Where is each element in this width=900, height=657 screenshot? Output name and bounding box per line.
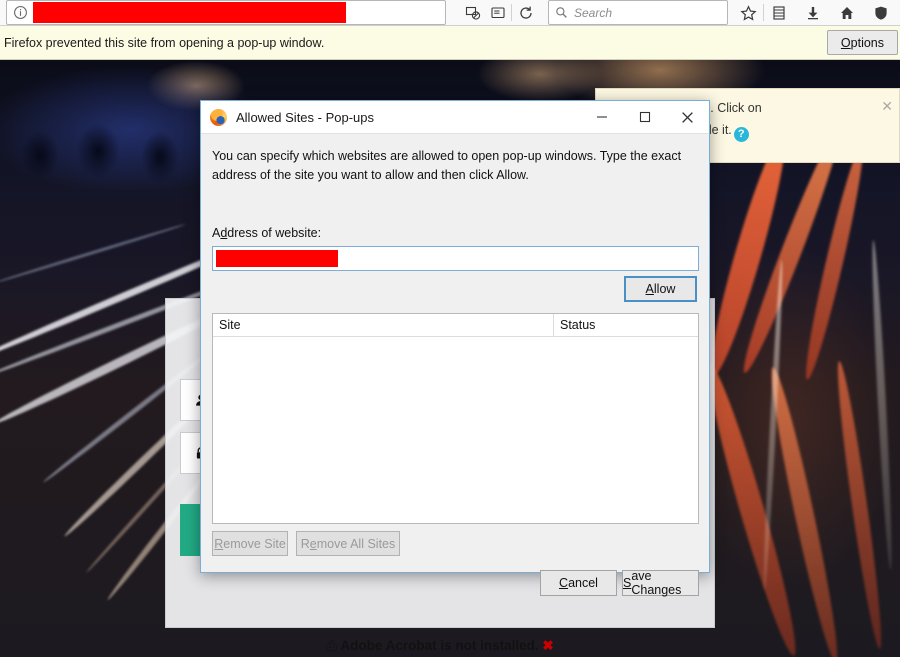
browser-toolbar: Search <box>0 0 900 26</box>
search-icon <box>555 6 568 19</box>
shield-icon[interactable] <box>870 2 892 24</box>
sites-list-rows <box>213 337 698 523</box>
address-input[interactable] <box>212 246 699 271</box>
remove-all-label-rest: move All Sites <box>316 536 396 551</box>
allow-label-rest: llow <box>653 282 676 296</box>
acrobat-status-text: Adobe Acrobat is not installed. <box>340 638 539 653</box>
address-of-website-label: Address of website: <box>212 226 321 240</box>
save-label-rest: ave Changes <box>631 569 682 597</box>
address-bar[interactable] <box>6 0 446 25</box>
pdf-document-icon: ⎙ <box>326 638 338 653</box>
firefox-logo-icon <box>210 108 227 126</box>
address-label-rest: dress of website: <box>227 226 322 240</box>
allowed-sites-list[interactable]: Site Status <box>212 313 699 524</box>
address-redaction-block <box>216 250 338 267</box>
help-icon[interactable]: ? <box>733 126 749 142</box>
remove-all-sites-button[interactable]: Re move All Sites <box>296 531 400 556</box>
remove-all-label-r: R <box>300 536 310 551</box>
acrobat-cross-icon: ✖ <box>542 638 554 653</box>
remove-all-accesskey: e <box>309 536 317 551</box>
allow-button[interactable]: Allow <box>624 276 697 302</box>
downloads-icon[interactable] <box>802 2 824 24</box>
acrobat-status-line: ⎙ Adobe Acrobat is not installed. ✖ <box>165 635 715 656</box>
reader-view-icon[interactable] <box>487 2 509 24</box>
home-icon[interactable] <box>836 2 858 24</box>
info-icon[interactable] <box>9 2 31 24</box>
popup-notification-message: Firefox prevented this site from opening… <box>4 35 325 50</box>
cancel-label-rest: ancel <box>568 576 598 590</box>
cancel-accesskey: C <box>559 576 569 590</box>
popup-blocked-icon[interactable] <box>462 2 484 24</box>
maximize-button[interactable] <box>623 101 666 133</box>
dialog-body: You can specify which websites are allow… <box>201 134 709 597</box>
sites-list-header: Site Status <box>213 314 698 337</box>
reload-icon[interactable] <box>515 2 537 24</box>
search-placeholder: Search <box>574 5 613 20</box>
url-redaction-block <box>33 2 346 23</box>
search-input[interactable]: Search <box>548 0 728 25</box>
dialog-description: You can specify which websites are allow… <box>212 149 682 182</box>
dialog-titlebar: Allowed Sites - Pop-ups <box>201 101 709 134</box>
page-status-lines: ⎙ Adobe Acrobat is not installed. ✖ ⧉ Po… <box>165 635 715 657</box>
toolbar-divider-2 <box>763 4 764 21</box>
allowed-sites-dialog: Allowed Sites - Pop-ups You can specify … <box>200 100 710 597</box>
close-icon[interactable]: ✕ <box>881 98 893 115</box>
library-icon[interactable] <box>768 2 790 24</box>
tree-silhouettes <box>10 115 210 210</box>
cancel-button[interactable]: Cancel <box>540 570 617 596</box>
save-accesskey: S <box>623 576 632 590</box>
screen: Search Firefox prevented this site from … <box>0 0 900 657</box>
remove-site-label-rest: emove Site <box>223 536 286 551</box>
options-label-rest: ptions <box>850 35 884 50</box>
column-header-site[interactable]: Site <box>213 314 554 336</box>
close-button[interactable] <box>666 101 709 133</box>
save-changes-button[interactable]: Save Changes <box>622 569 699 597</box>
allow-accesskey: A <box>645 282 654 296</box>
remove-site-button[interactable]: Remove Site <box>212 531 288 556</box>
notification-options-button[interactable]: Options <box>826 30 898 55</box>
remove-site-accesskey: R <box>214 536 224 551</box>
toolbar-divider <box>511 4 512 21</box>
bookmark-star-icon[interactable] <box>737 2 759 24</box>
options-accesskey: O <box>840 35 851 50</box>
minimize-button[interactable] <box>580 101 623 133</box>
popup-notification-bar: Firefox prevented this site from opening… <box>0 26 900 60</box>
column-header-status[interactable]: Status <box>554 314 698 336</box>
dialog-title: Allowed Sites - Pop-ups <box>236 109 375 125</box>
